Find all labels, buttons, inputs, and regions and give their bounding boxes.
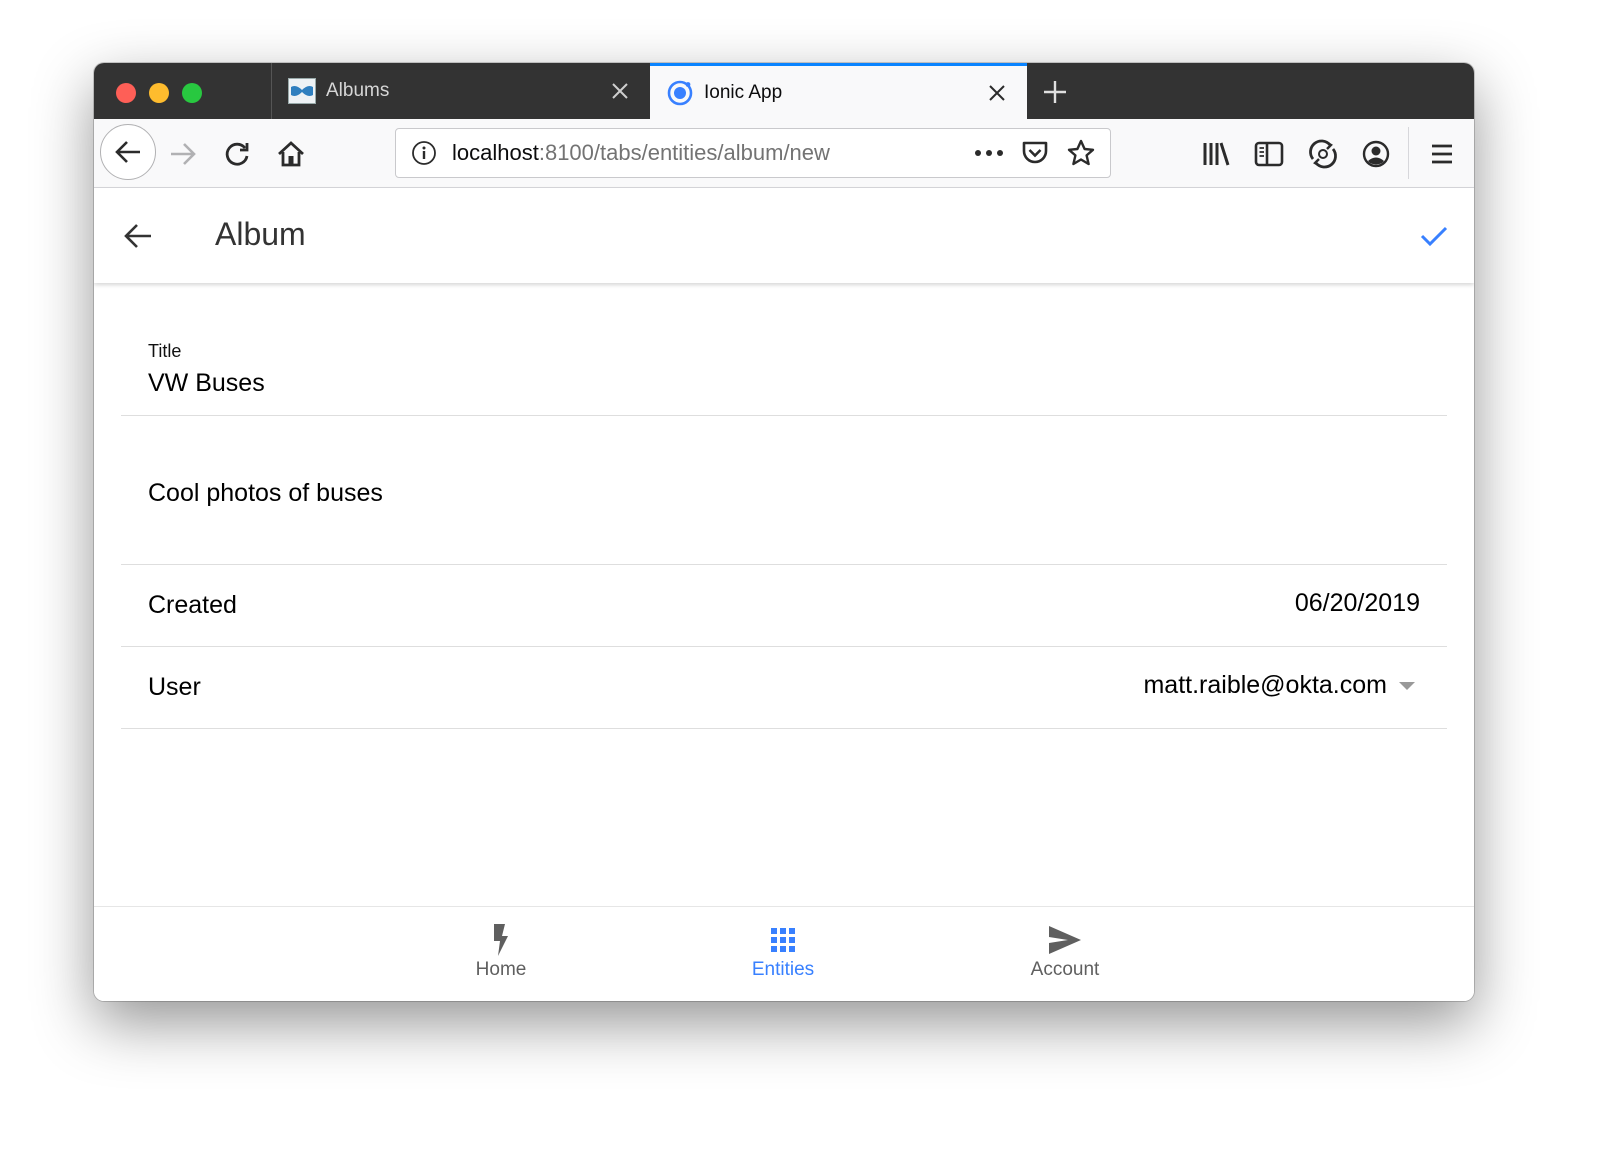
- tab-title: Albums: [326, 80, 390, 101]
- tab-account[interactable]: Account: [985, 907, 1145, 1001]
- tab-home[interactable]: Home: [421, 907, 581, 1001]
- bookmark-star-icon[interactable]: [1064, 136, 1098, 170]
- close-window-button[interactable]: [116, 83, 136, 103]
- checkmark-icon: [1420, 226, 1448, 247]
- toolbar-separator: [1408, 127, 1409, 179]
- minimize-window-button[interactable]: [149, 83, 169, 103]
- tab-label: Account: [1030, 959, 1100, 980]
- user-field[interactable]: User matt.raible@okta.com: [121, 647, 1447, 729]
- page-title: Album: [215, 216, 306, 252]
- reload-button[interactable]: [220, 137, 254, 171]
- back-button[interactable]: [100, 124, 156, 180]
- sidebar-icon: [1254, 141, 1284, 167]
- bottom-tab-bar: Home Entities Account: [94, 906, 1474, 1001]
- save-button[interactable]: [1416, 218, 1452, 254]
- home-button[interactable]: [274, 137, 308, 171]
- tab-entities[interactable]: Entities: [703, 907, 863, 1001]
- back-button[interactable]: [120, 218, 156, 254]
- browser-tab-albums[interactable]: Albums: [271, 63, 650, 119]
- menu-button[interactable]: [1424, 136, 1460, 172]
- arrow-right-icon: [171, 143, 196, 165]
- app-header: Album: [94, 188, 1474, 283]
- bowtie-icon: [288, 78, 316, 104]
- send-icon: [1048, 923, 1082, 957]
- maximize-window-button[interactable]: [182, 83, 202, 103]
- tab-label: Entities: [751, 959, 815, 980]
- arrow-left-icon: [115, 141, 140, 163]
- tab-title: Ionic App: [704, 81, 783, 103]
- user-select[interactable]: matt.raible@okta.com: [1143, 671, 1415, 700]
- reload-icon: [225, 142, 249, 166]
- url-text[interactable]: localhost:8100/tabs/entities/album/new: [452, 140, 972, 166]
- browser-window: Albums Ionic App localhost:8100/tabs/ent…: [94, 63, 1474, 1001]
- url-path: :8100/tabs/entities/album/new: [538, 140, 830, 165]
- close-icon[interactable]: [985, 81, 1009, 105]
- ionic-icon: [666, 80, 694, 106]
- created-field[interactable]: Created 06/20/2019: [121, 565, 1447, 647]
- pocket-icon[interactable]: [1018, 136, 1052, 170]
- title-input[interactable]: VW Buses: [148, 369, 265, 398]
- description-field[interactable]: Cool photos of buses: [121, 416, 1447, 565]
- library-button[interactable]: [1198, 136, 1234, 172]
- sync-button[interactable]: [1305, 136, 1341, 172]
- user-circle-icon: [1362, 140, 1390, 168]
- home-icon: [278, 141, 304, 167]
- new-tab-button[interactable]: [1038, 75, 1072, 109]
- browser-tab-ionic-app[interactable]: Ionic App: [650, 63, 1027, 119]
- account-button[interactable]: [1358, 136, 1394, 172]
- sync-icon: [1309, 139, 1337, 169]
- close-icon[interactable]: [608, 79, 632, 103]
- user-label: User: [148, 673, 201, 701]
- flash-icon: [491, 923, 511, 957]
- arrow-left-icon: [124, 224, 151, 248]
- sidebar-button[interactable]: [1251, 136, 1287, 172]
- title-label: Title: [148, 341, 182, 361]
- created-datetime-picker[interactable]: 06/20/2019: [1295, 589, 1420, 618]
- hamburger-menu-icon: [1432, 144, 1452, 164]
- user-select-value: matt.raible@okta.com: [1143, 671, 1387, 699]
- address-bar[interactable]: localhost:8100/tabs/entities/album/new: [395, 128, 1111, 178]
- library-icon: [1203, 142, 1230, 166]
- description-textarea[interactable]: Cool photos of buses: [148, 479, 383, 508]
- forward-button[interactable]: [166, 137, 200, 171]
- info-icon[interactable]: [410, 140, 438, 166]
- created-label: Created: [148, 591, 237, 619]
- title-field[interactable]: Title VW Buses: [121, 283, 1447, 416]
- caret-down-icon: [1399, 681, 1415, 690]
- tab-strip: Albums Ionic App: [94, 63, 1474, 119]
- navigation-toolbar: localhost:8100/tabs/entities/album/new: [94, 119, 1474, 188]
- url-host: localhost: [452, 140, 539, 165]
- album-form: Title VW Buses Cool photos of buses Crea…: [94, 283, 1474, 906]
- page-actions-icon[interactable]: [972, 136, 1006, 170]
- apps-grid-icon: [770, 923, 796, 957]
- tab-label: Home: [475, 959, 527, 980]
- plus-icon: [1044, 81, 1066, 103]
